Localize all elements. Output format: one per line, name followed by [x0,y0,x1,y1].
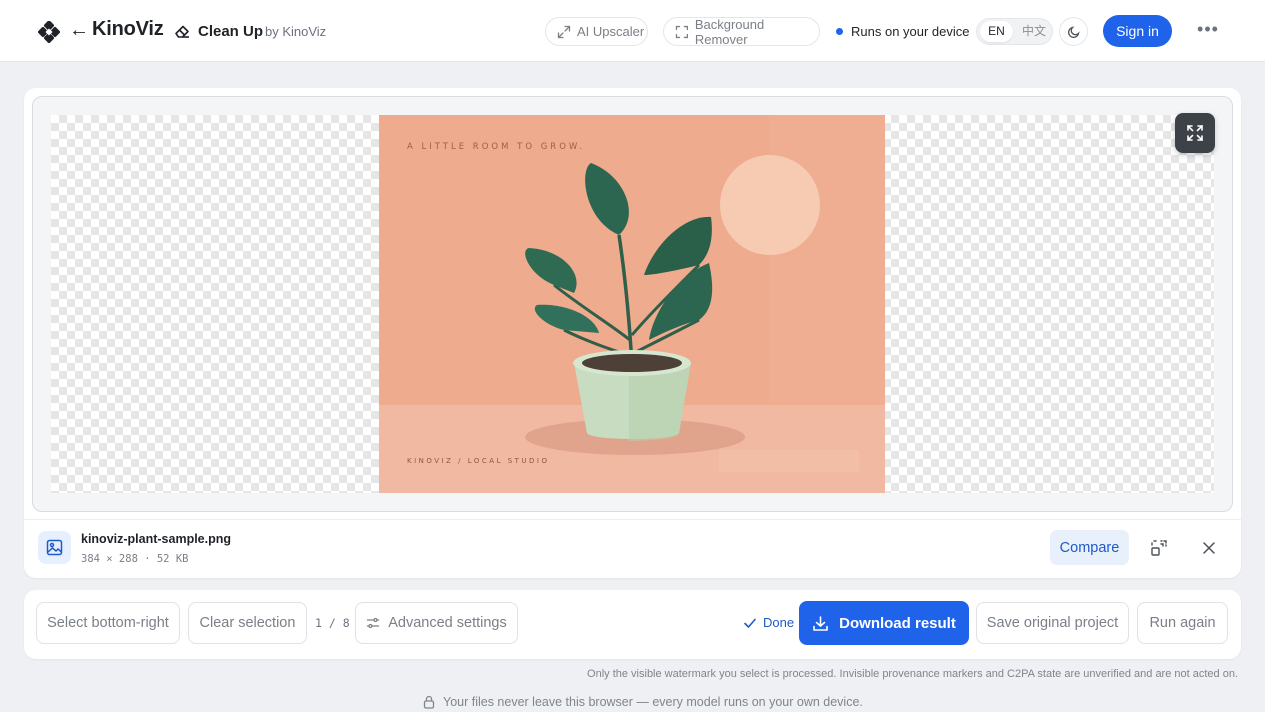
ai-upscaler-label: AI Upscaler [577,24,645,39]
download-result-label: Download result [839,614,956,632]
selection-counter: 1 / 8 [315,616,350,630]
background-remover-label: Background Remover [694,16,765,47]
language-zh-option[interactable]: 中文 [1019,21,1049,42]
fullscreen-button[interactable] [1175,113,1215,153]
clear-selection-button[interactable]: Clear selection [188,602,307,644]
action-bar: Select bottom-right Clear selection 1 / … [24,590,1241,659]
file-info-bar: kinoviz-plant-sample.png 384 × 288 · 52 … [24,519,1241,578]
checkmark-icon [744,618,756,628]
watermark-disclaimer: Only the visible watermark you select is… [587,668,1238,680]
watermark-region [719,450,859,472]
editor-card: A LITTLE ROOM TO GROW. KINOVIZ / LOCAL S… [24,88,1241,578]
language-en-option[interactable]: EN [980,21,1013,42]
privacy-note: Your files never leave this browser — ev… [422,695,863,709]
moon-icon [1067,25,1080,38]
select-bottom-right-button[interactable]: Select bottom-right [36,602,180,644]
back-arrow-icon[interactable]: ← [69,19,89,42]
device-status-text: Runs on your device [851,24,970,39]
privacy-text: Your files never leave this browser — ev… [443,695,863,709]
file-name: kinoviz-plant-sample.png [81,532,232,546]
brand-name[interactable]: KinoViz [92,18,164,41]
device-status-dot [836,28,843,35]
tool-byline: by KinoViz [265,24,327,39]
file-meta: 384 × 288 · 52 KB [81,553,189,565]
ai-upscaler-link[interactable]: AI Upscaler [545,17,648,46]
image-file-icon [38,531,71,564]
done-label: Done [763,615,795,630]
download-icon [813,615,828,631]
selection-grid-icon[interactable] [1150,539,1168,557]
close-icon[interactable] [1200,539,1218,557]
sliders-icon [367,617,380,629]
download-result-button[interactable]: Download result [799,601,969,645]
top-header: ← KinoViz Clean Up by KinoViz AI Upscale… [0,0,1265,62]
advanced-settings-button[interactable]: Advanced settings [355,602,518,644]
tool-name: Clean Up [198,23,264,40]
lock-icon [423,695,435,709]
run-again-button[interactable]: Run again [1137,602,1228,644]
kinoviz-logo-icon[interactable] [38,21,60,43]
done-status: Done [743,615,794,630]
image-canvas[interactable]: A LITTLE ROOM TO GROW. KINOVIZ / LOCAL S… [32,96,1233,512]
plant-artwork-image: A LITTLE ROOM TO GROW. KINOVIZ / LOCAL S… [379,115,885,493]
fullscreen-icon [1187,125,1203,141]
sign-in-button[interactable]: Sign in [1103,15,1172,47]
background-remover-link[interactable]: Background Remover [663,16,820,47]
expand-arrows-icon [557,25,571,38]
dashed-frame-icon [675,25,688,38]
artwork-headline: A LITTLE ROOM TO GROW. [407,142,585,152]
advanced-settings-label: Advanced settings [388,615,507,631]
compare-button[interactable]: Compare [1050,530,1129,565]
artwork-footer: KINOVIZ / LOCAL STUDIO [407,457,550,465]
save-original-project-button[interactable]: Save original project [976,602,1129,644]
theme-toggle-button[interactable] [1059,17,1088,46]
eraser-icon [175,25,189,38]
more-options-icon[interactable]: ••• [1193,20,1223,42]
language-switch: EN 中文 [976,18,1053,45]
